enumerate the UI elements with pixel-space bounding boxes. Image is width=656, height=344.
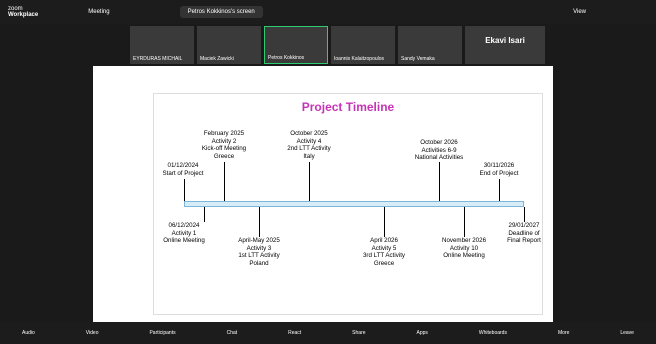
slide-title: Project Timeline	[301, 100, 395, 114]
event-start: 01/12/2024 Start of Project	[162, 162, 204, 177]
event-oct-2025: October 2025 Activity 4 2nd LTT Activity …	[287, 130, 331, 160]
react-button[interactable]: React	[288, 330, 301, 336]
event-apr-2026: April 2026 Activity 5 3rd LTT Activity Gr…	[362, 237, 406, 267]
chat-button[interactable]: Chat	[227, 330, 238, 336]
meeting-label: Meeting	[88, 9, 110, 15]
whiteboards-button[interactable]: Whiteboards	[479, 330, 507, 336]
participants-button[interactable]: Participants	[149, 330, 175, 336]
participant-tile[interactable]: Petros Kokkinos	[264, 26, 328, 64]
event-apr-may-2025: April-May 2025 Activity 3 1st LTT Activit…	[238, 237, 280, 267]
toolbar: Audio Video Participants Chat React Shar…	[0, 322, 656, 344]
participant-tile[interactable]: Ioannis Kalaitzopoulos	[331, 26, 395, 64]
more-button[interactable]: More	[558, 330, 569, 336]
screen-share-indicator[interactable]: Petros Kokkinos's screen	[179, 6, 263, 18]
apps-button[interactable]: Apps	[417, 330, 428, 336]
event-final-report: 29/01/2027 Deadline of Final Report	[507, 222, 541, 244]
shared-slide: Project Timeline 01/12/2024 Start of Proj…	[93, 66, 553, 322]
zoom-logo: zoom Workplace	[8, 6, 39, 18]
event-feb-2025: February 2025 Activity 2 Kick-off Meeting…	[201, 130, 247, 160]
participant-tile[interactable]: EYRDURAS MICHAIL	[130, 26, 194, 64]
event-end: 30/11/2026 End of Project	[479, 162, 519, 177]
audio-button[interactable]: Audio	[22, 330, 35, 336]
participant-tile[interactable]: Sandy Vemaka	[398, 26, 462, 64]
view-button[interactable]: View	[573, 9, 586, 15]
participant-strip: EYRDURAS MICHAIL Maciek Zawicki Petros K…	[130, 26, 545, 64]
top-bar: zoom Workplace Meeting Petros Kokkinos's …	[0, 0, 656, 24]
timeline-slide: Project Timeline 01/12/2024 Start of Proj…	[153, 93, 543, 315]
participant-tile[interactable]: Maciek Zawicki	[197, 26, 261, 64]
timeline-bar	[184, 201, 524, 207]
event-oct-2026: October 2026 Activities 6-9 National Acti…	[414, 139, 464, 161]
leave-button[interactable]: Leave	[620, 330, 634, 336]
share-button[interactable]: Share	[352, 330, 365, 336]
video-button[interactable]: Video	[86, 330, 99, 336]
participant-tile[interactable]: Ekavi Isari	[465, 26, 545, 64]
